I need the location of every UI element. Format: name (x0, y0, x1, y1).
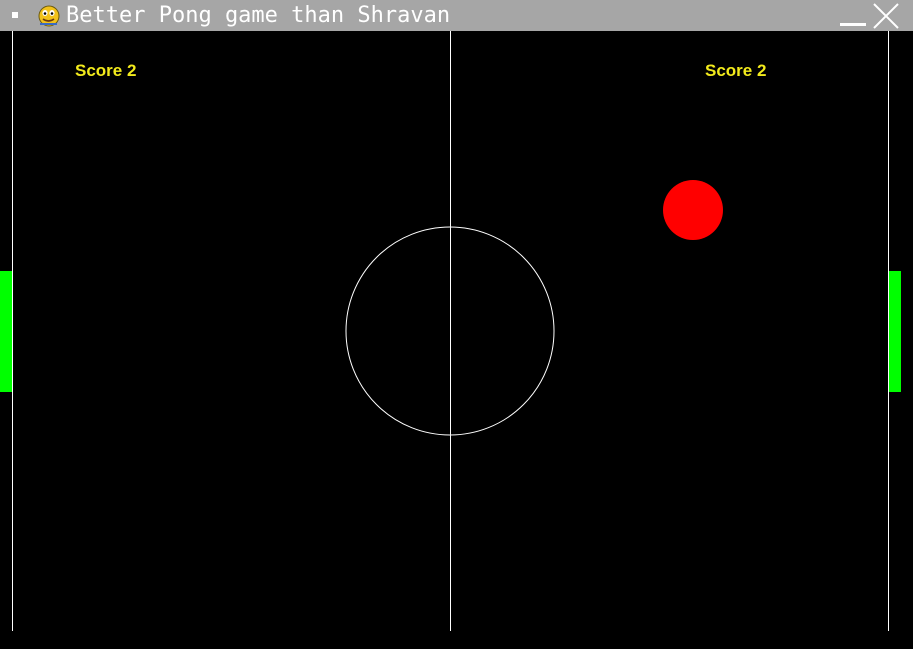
right-paddle[interactable] (889, 271, 901, 392)
minimize-button[interactable] (840, 4, 866, 28)
court (0, 31, 901, 631)
left-score: Score 2 (75, 61, 137, 80)
left-paddle[interactable] (0, 271, 12, 392)
window-title: Better Pong game than Shravan (66, 3, 451, 28)
playfield: Score 2 Score 2 (0, 31, 913, 649)
ball (663, 180, 723, 240)
right-score: Score 2 (705, 61, 767, 80)
system-menu-icon[interactable] (12, 12, 18, 18)
title-bar[interactable]: Better Pong game than Shravan (0, 0, 913, 31)
game-window: Better Pong game than Shravan Score 2 Sc… (0, 0, 913, 649)
pygame-snake-icon (38, 5, 60, 27)
close-icon[interactable] (872, 2, 900, 30)
